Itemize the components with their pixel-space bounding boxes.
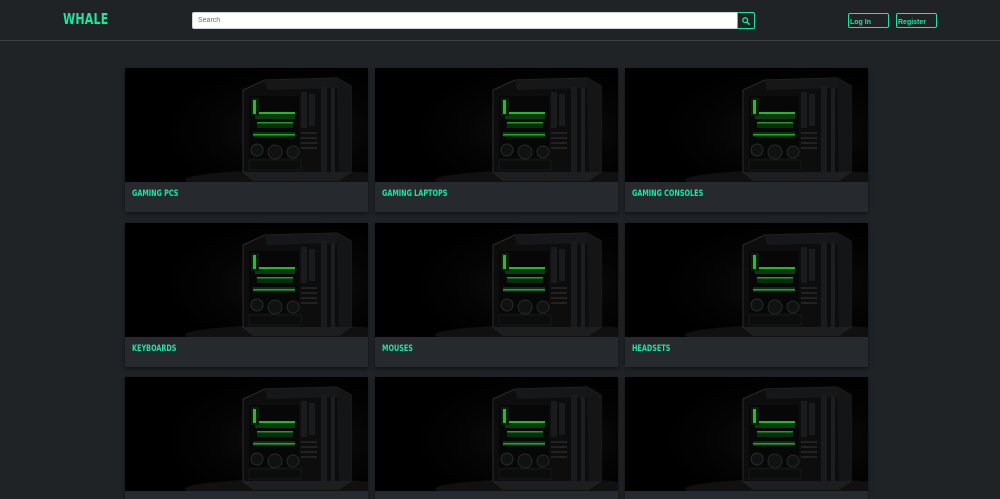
category-card-keyboards[interactable]: KEYBOARDS [125,223,368,367]
search-icon [742,16,750,25]
category-image [125,377,368,491]
category-card[interactable] [625,377,868,499]
category-title: HEADSETS [632,344,671,354]
category-title: MOUSES [382,344,413,354]
category-card-mouses[interactable]: MOUSES [375,223,618,367]
category-title: GAMING PCS [132,189,179,199]
category-image [375,223,618,337]
top-navbar: WHALE Log In Register [0,0,1000,41]
register-button[interactable]: Register [896,13,937,28]
search-button[interactable] [737,12,755,29]
search-input[interactable] [192,12,738,29]
category-card[interactable] [375,377,618,499]
category-card-gaming-laptops[interactable]: GAMING LAPTOPS [375,68,618,212]
category-card-gaming-consoles[interactable]: GAMING CONSOLES [625,68,868,212]
category-card-headsets[interactable]: HEADSETS [625,223,868,367]
category-image [625,68,868,182]
category-image [375,68,618,182]
category-image [375,377,618,491]
category-image [625,223,868,337]
category-card-gaming-pcs[interactable]: GAMING PCS [125,68,368,212]
site-logo[interactable]: WHALE [63,10,108,28]
category-title: GAMING CONSOLES [632,189,704,199]
category-image [125,68,368,182]
category-image [625,377,868,491]
category-image [125,223,368,337]
category-title: KEYBOARDS [132,344,177,354]
category-card[interactable] [125,377,368,499]
category-title: GAMING LAPTOPS [382,189,448,199]
login-button[interactable]: Log In [848,13,889,28]
